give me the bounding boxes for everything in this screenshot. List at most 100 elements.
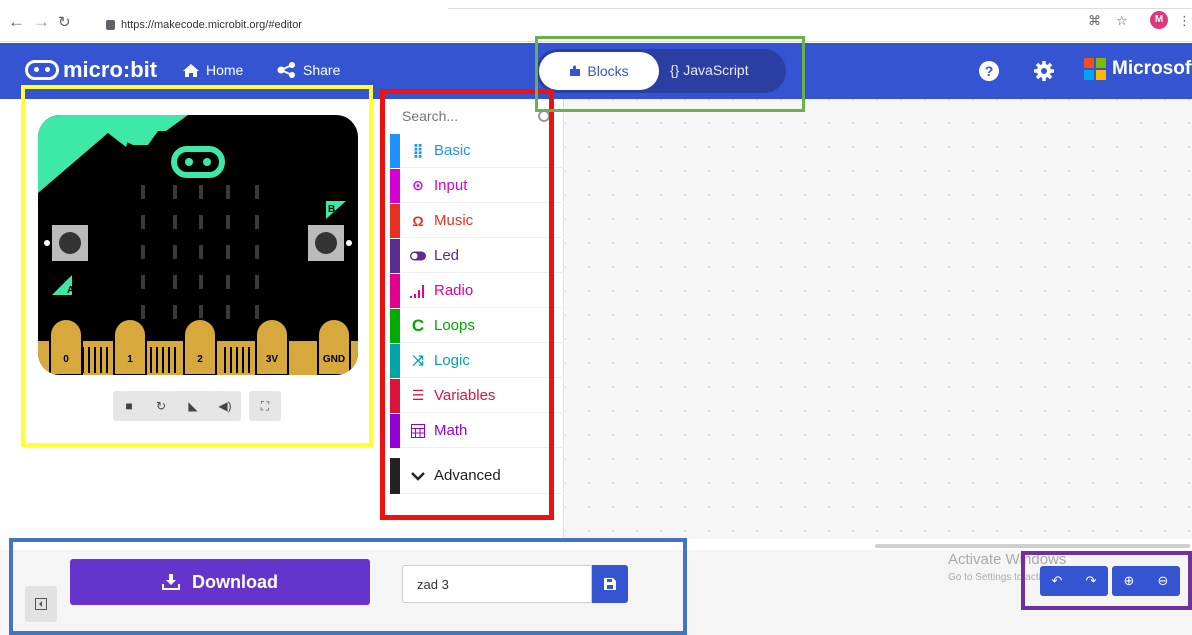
reload-icon[interactable]: ↻ bbox=[58, 13, 71, 31]
button-a-label: A bbox=[67, 285, 74, 296]
blocks-tab[interactable]: Blocks bbox=[539, 52, 659, 90]
category-color-bar bbox=[390, 344, 400, 378]
category-color-bar bbox=[390, 309, 400, 343]
pin-gnd-label: GND bbox=[323, 354, 345, 365]
microbit-board-graphic: A B 0 1 2 3V GND bbox=[38, 115, 358, 375]
headphones-icon: Ω bbox=[412, 212, 424, 229]
category-color-bar bbox=[390, 274, 400, 308]
help-icon[interactable]: ? bbox=[978, 60, 1000, 82]
category-color-bar bbox=[390, 239, 400, 273]
blocks-workspace[interactable] bbox=[565, 99, 1192, 539]
app-header: micro:bit Home Share Blocks {} JavaScrip… bbox=[0, 43, 1192, 99]
category-label: Logic bbox=[434, 352, 470, 369]
category-color-bar bbox=[390, 169, 400, 203]
microsoft-brand[interactable]: Microsoft bbox=[1084, 58, 1192, 80]
download-icon bbox=[162, 574, 180, 590]
category-color-bar bbox=[390, 134, 400, 168]
category-input[interactable]: ⊙ Input bbox=[390, 169, 564, 203]
toolbox-search-input[interactable] bbox=[402, 108, 552, 124]
category-label: Math bbox=[434, 422, 468, 439]
home-button[interactable]: Home bbox=[182, 62, 243, 78]
profile-avatar[interactable]: M bbox=[1150, 11, 1168, 29]
project-name-input[interactable] bbox=[402, 565, 592, 603]
category-color-bar bbox=[390, 458, 400, 494]
microbit-board[interactable]: A B 0 1 2 3V GND bbox=[38, 115, 358, 375]
category-label: Variables bbox=[434, 387, 496, 404]
simulator-panel: A B 0 1 2 3V GND ■ ↻ ◣ ◀) ⛶ bbox=[0, 99, 390, 539]
svg-text:?: ? bbox=[985, 63, 994, 79]
shuffle-icon: ⤨ bbox=[412, 352, 424, 368]
slow-mo-icon[interactable]: ◣ bbox=[177, 391, 209, 421]
logo-text: micro:bit bbox=[63, 57, 158, 82]
share-icon bbox=[277, 62, 295, 78]
browser-menu-icon[interactable]: ⋮ bbox=[1178, 13, 1191, 29]
lock-icon bbox=[106, 20, 115, 30]
forward-arrow-icon[interactable]: → bbox=[33, 12, 50, 32]
category-color-bar bbox=[390, 204, 400, 238]
translate-icon[interactable]: ⌘ bbox=[1088, 13, 1101, 29]
microsoft-logo-icon bbox=[1084, 58, 1106, 80]
microsoft-label: Microsoft bbox=[1112, 58, 1192, 79]
tab-strip-divider bbox=[448, 8, 1192, 9]
home-icon bbox=[183, 63, 199, 77]
pin-0-label: 0 bbox=[63, 354, 69, 365]
save-button[interactable] bbox=[592, 565, 628, 603]
category-label: Basic bbox=[434, 142, 471, 159]
category-basic[interactable]: ⣿ Basic bbox=[390, 134, 564, 168]
fullscreen-icon[interactable]: ⛶ bbox=[249, 391, 281, 421]
chevron-down-icon bbox=[410, 468, 426, 484]
address-bar[interactable]: https://makecode.microbit.org/#editor bbox=[106, 16, 302, 34]
category-music[interactable]: Ω Music bbox=[390, 204, 564, 238]
blocks-label: Blocks bbox=[587, 63, 629, 79]
block-toolbox: ⣿ Basic ⊙ Input Ω Music Led Radio C Loop… bbox=[390, 99, 564, 539]
mute-icon[interactable]: ◀) bbox=[209, 391, 241, 421]
back-arrow-icon[interactable]: ← bbox=[8, 12, 25, 32]
javascript-tab[interactable]: {} JavaScript bbox=[670, 62, 749, 78]
zoom-out-icon[interactable]: ⊖ bbox=[1146, 566, 1180, 596]
category-label: Input bbox=[434, 177, 468, 194]
restart-icon[interactable]: ↻ bbox=[145, 391, 177, 421]
workspace-horizontal-scrollbar[interactable] bbox=[875, 544, 1190, 548]
target-icon: ⊙ bbox=[412, 177, 424, 193]
pin-1-label: 1 bbox=[127, 354, 133, 365]
editor-mode-toggle: Blocks {} JavaScript bbox=[536, 49, 786, 93]
category-label: Radio bbox=[434, 282, 474, 299]
download-label: Download bbox=[192, 571, 278, 592]
category-radio[interactable]: Radio bbox=[390, 274, 564, 308]
microbit-logo[interactable]: micro:bit bbox=[25, 57, 157, 83]
puzzle-icon bbox=[570, 65, 581, 76]
toggle-icon bbox=[410, 248, 426, 264]
home-label: Home bbox=[206, 62, 244, 78]
category-led[interactable]: Led bbox=[390, 239, 564, 273]
share-label: Share bbox=[303, 62, 341, 78]
grid-icon: ⣿ bbox=[412, 142, 424, 158]
gear-icon[interactable] bbox=[1033, 60, 1055, 82]
microbit-logo-icon bbox=[25, 60, 59, 80]
stop-icon[interactable]: ■ bbox=[113, 391, 145, 421]
collapse-simulator-button[interactable] bbox=[25, 586, 57, 622]
bookmark-star-icon[interactable]: ☆ bbox=[1116, 13, 1128, 29]
category-label: Loops bbox=[434, 317, 475, 334]
undo-icon[interactable]: ↶ bbox=[1040, 566, 1074, 596]
redo-icon[interactable]: ↷ bbox=[1074, 566, 1108, 596]
category-color-bar bbox=[390, 379, 400, 413]
collapse-icon bbox=[35, 598, 47, 610]
category-label: Advanced bbox=[434, 467, 501, 484]
pin-3v-label: 3V bbox=[266, 354, 279, 365]
signal-icon bbox=[410, 283, 426, 299]
category-logic[interactable]: ⤨ Logic bbox=[390, 344, 564, 378]
category-math[interactable]: Math bbox=[390, 414, 564, 448]
simulator-controls: ■ ↻ ◣ ◀) ⛶ bbox=[113, 391, 281, 421]
button-b-label: B bbox=[328, 204, 335, 215]
category-advanced[interactable]: Advanced bbox=[390, 458, 564, 494]
search-icon[interactable] bbox=[538, 110, 550, 122]
loop-icon: C bbox=[411, 315, 425, 335]
category-variables[interactable]: ☰ Variables bbox=[390, 379, 564, 413]
share-button[interactable]: Share bbox=[277, 62, 340, 78]
category-loops[interactable]: C Loops bbox=[390, 309, 564, 343]
pin-2-label: 2 bbox=[197, 354, 203, 365]
download-button[interactable]: Download bbox=[70, 559, 370, 605]
save-icon bbox=[604, 578, 616, 590]
category-label: Led bbox=[434, 247, 460, 264]
zoom-in-icon[interactable]: ⊕ bbox=[1112, 566, 1146, 596]
